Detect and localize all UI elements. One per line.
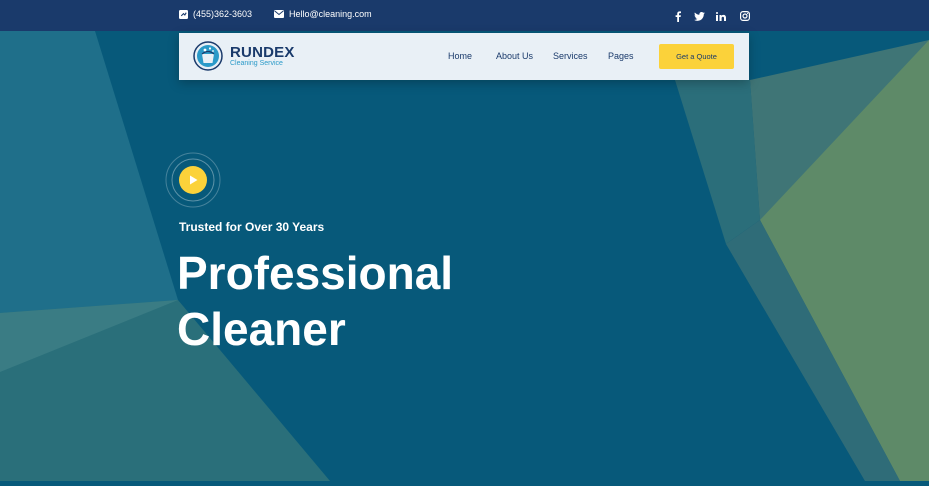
- email-contact[interactable]: Hello@cleaning.com: [274, 9, 372, 19]
- instagram-icon[interactable]: [738, 9, 752, 23]
- nav-item-pages[interactable]: Pages: [608, 51, 634, 61]
- envelope-icon: [274, 10, 284, 18]
- brand-name[interactable]: RUNDEX: [230, 44, 295, 61]
- top-contact-bar: (455)362-3603 Hello@cleaning.com: [0, 0, 929, 31]
- get-a-quote-button[interactable]: Get a Quote: [659, 44, 734, 69]
- hero-background-shapes: [0, 31, 929, 481]
- phone-number: (455)362-3603: [193, 9, 253, 19]
- play-video-button[interactable]: [165, 152, 221, 208]
- phone-contact[interactable]: (455)362-3603: [179, 9, 252, 19]
- hero-background: [0, 31, 929, 481]
- cleaning-bucket-logo[interactable]: [193, 41, 223, 71]
- phone-icon: [179, 9, 188, 19]
- hero-headline: Professional Cleaner: [177, 245, 453, 357]
- nav-item-home[interactable]: Home: [448, 51, 472, 61]
- twitter-icon[interactable]: [692, 9, 706, 23]
- headline-line-2: Cleaner: [177, 303, 346, 355]
- headline-line-1: Professional: [177, 247, 454, 299]
- brand-tagline: Cleaning Service: [230, 60, 283, 67]
- facebook-icon[interactable]: [671, 9, 685, 23]
- email-address: Hello@cleaning.com: [289, 9, 372, 19]
- main-navbar: RUNDEX Cleaning Service Home About Us Se…: [179, 33, 749, 80]
- nav-item-services[interactable]: Services: [553, 51, 588, 61]
- nav-item-about-us[interactable]: About Us: [496, 51, 533, 61]
- hero-tagline: Trusted for Over 30 Years: [179, 220, 325, 234]
- linkedin-icon[interactable]: [714, 9, 728, 23]
